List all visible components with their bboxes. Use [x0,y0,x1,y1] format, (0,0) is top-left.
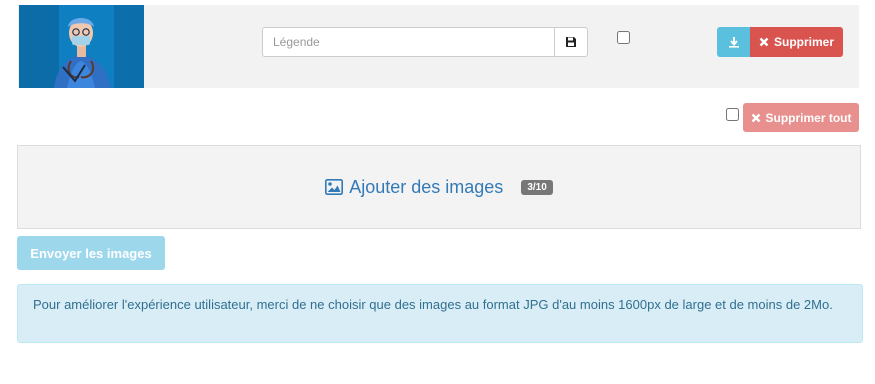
download-icon [728,37,739,48]
info-alert: Pour améliorer l'expérience utilisateur,… [17,284,863,343]
caption-input[interactable] [262,27,554,57]
dropzone-content: Ajouter des images 3/10 [18,146,860,228]
delete-button[interactable]: Supprimer [750,27,843,57]
times-icon [751,113,761,123]
download-button[interactable] [717,27,750,57]
info-message: Pour améliorer l'expérience utilisateur,… [33,297,833,312]
delete-label: Supprimer [773,35,834,49]
image-thumbnail[interactable] [19,5,144,88]
add-images-label: Ajouter des images [349,176,504,197]
picture-icon [325,179,344,195]
caption-group [262,27,588,57]
image-count-badge: 3/10 [521,179,553,195]
delete-all-button[interactable]: Supprimer tout [743,103,859,132]
send-images-button[interactable]: Envoyer les images [17,236,165,270]
floppy-disk-icon [566,37,576,47]
select-all-checkbox[interactable] [726,108,739,121]
add-images-dropzone[interactable]: Ajouter des images 3/10 [17,145,861,229]
image-row: Supprimer [18,5,859,88]
times-icon [759,37,769,47]
select-image-checkbox[interactable] [617,31,630,44]
delete-all-label: Supprimer tout [765,110,852,125]
doctor-photo [19,5,144,88]
save-caption-button[interactable] [554,27,588,57]
